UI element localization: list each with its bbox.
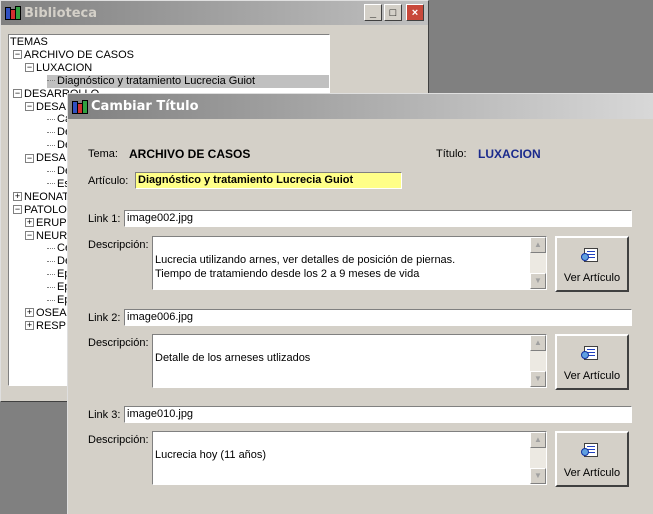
descripcion-2-label: Descripción:	[88, 337, 149, 349]
tree-item[interactable]: + RESP	[25, 320, 66, 333]
collapse-icon[interactable]: −	[25, 231, 34, 241]
tree-connector-icon	[47, 144, 55, 146]
tree-item[interactable]: + OSEA	[25, 307, 67, 320]
tree-item-label: ERUP	[36, 216, 67, 229]
books-icon	[4, 5, 21, 21]
ver-articulo-1-label: Ver Artículo	[563, 272, 621, 284]
expand-icon[interactable]: +	[25, 308, 34, 318]
descripcion-3-text: Lucrecia hoy (11 años)	[155, 449, 267, 461]
tree-item[interactable]: TEMAS	[10, 36, 48, 49]
tree-item-label: LUXACION	[36, 61, 93, 74]
document-icon	[581, 248, 598, 262]
tree-connector-icon	[47, 299, 55, 301]
link-2-input[interactable]: image006.jpg	[124, 309, 632, 326]
expand-icon[interactable]: +	[25, 321, 34, 331]
tree-connector-icon	[47, 131, 55, 133]
collapse-icon[interactable]: −	[25, 102, 34, 112]
tree-item-label: NEUR	[36, 229, 68, 242]
tree-item-label: DESA	[36, 152, 66, 165]
articulo-label: Artículo:	[88, 175, 129, 187]
ver-articulo-3-button[interactable]: Ver Artículo	[555, 431, 629, 487]
descripcion-2-scrollbar[interactable]: ▲ ▼	[530, 335, 546, 387]
articulo-value: Diagnóstico y tratamiento Lucrecia Guiot	[138, 174, 354, 186]
tree-connector-icon	[47, 183, 55, 185]
collapse-icon[interactable]: −	[25, 63, 34, 73]
descripcion-1-label: Descripción:	[88, 239, 149, 251]
ver-articulo-2-label: Ver Artículo	[563, 370, 621, 382]
collapse-icon[interactable]: −	[13, 89, 22, 99]
dialog-titlebar[interactable]: Cambiar Título	[68, 94, 653, 119]
link-2-label: Link 2:	[88, 312, 121, 324]
link-3-input[interactable]: image010.jpg	[124, 406, 632, 423]
tema-value: ARCHIVO DE CASOS	[129, 147, 251, 161]
biblioteca-titlebar[interactable]: Biblioteca _ □ ×	[1, 1, 428, 25]
tree-item-label: PATOLO	[24, 203, 67, 216]
ver-articulo-3-label: Ver Artículo	[563, 467, 621, 479]
maximize-button[interactable]: □	[384, 4, 402, 21]
descripcion-2-textarea[interactable]: Detalle de los arneses utlizados ▲ ▼	[152, 334, 547, 388]
descripcion-1-scrollbar[interactable]: ▲ ▼	[530, 237, 546, 289]
tree-connector-icon	[47, 260, 55, 262]
tree-connector-icon	[47, 286, 55, 288]
scroll-down-icon[interactable]: ▼	[530, 273, 546, 289]
tree-item-label: OSEA	[36, 306, 67, 319]
tree-connector-icon	[47, 247, 55, 249]
ver-articulo-2-button[interactable]: Ver Artículo	[555, 334, 629, 390]
tree-connector-icon	[47, 273, 55, 275]
tree-item[interactable]: − DESA	[25, 101, 66, 114]
scroll-down-icon[interactable]: ▼	[530, 371, 546, 387]
tree-item[interactable]: Diagnóstico y tratamiento Lucrecia Guiot	[47, 74, 329, 88]
scroll-up-icon[interactable]: ▲	[530, 237, 546, 253]
document-icon	[581, 443, 598, 457]
scroll-up-icon[interactable]: ▲	[530, 432, 546, 448]
close-button[interactable]: ×	[406, 4, 424, 21]
document-icon	[581, 346, 598, 360]
titulo-label: Título:	[436, 148, 467, 160]
ver-articulo-1-button[interactable]: Ver Artículo	[555, 236, 629, 292]
minimize-button[interactable]: _	[364, 4, 382, 21]
link-1-label: Link 1:	[88, 213, 121, 225]
link-1-input[interactable]: image002.jpg	[124, 210, 632, 227]
tree-item-label: ARCHIVO DE CASOS	[24, 48, 135, 61]
window-title: Biblioteca	[24, 5, 98, 21]
descripcion-1-textarea[interactable]: Lucrecia utilizando arnes, ver detalles …	[152, 236, 547, 290]
collapse-icon[interactable]: −	[13, 50, 22, 60]
tree-item[interactable]: + ERUP	[25, 217, 67, 230]
descripcion-2-text: Detalle de los arneses utlizados	[155, 352, 311, 364]
tree-connector-icon	[47, 80, 55, 82]
tree-item-label: DESA	[36, 100, 66, 113]
expand-icon[interactable]: +	[25, 218, 34, 228]
tree-item[interactable]: − NEUR	[25, 230, 67, 243]
descripcion-3-textarea[interactable]: Lucrecia hoy (11 años) ▲ ▼	[152, 431, 547, 485]
scroll-up-icon[interactable]: ▲	[530, 335, 546, 351]
expand-icon[interactable]: +	[13, 192, 22, 202]
scroll-down-icon[interactable]: ▼	[530, 468, 546, 484]
descripcion-3-label: Descripción:	[88, 434, 149, 446]
tree-item-label: TEMAS	[10, 36, 48, 48]
tree-connector-icon	[47, 118, 55, 120]
collapse-icon[interactable]: −	[13, 205, 22, 215]
titulo-value: LUXACION	[478, 147, 541, 161]
tree-item-label: RESP	[36, 319, 66, 332]
books-icon	[71, 99, 88, 115]
tree-item[interactable]: − ARCHIVO DE CASOS	[13, 49, 134, 62]
dialog-title: Cambiar Título	[91, 99, 199, 114]
descripcion-1-text: Lucrecia utilizando arnes, ver detalles …	[155, 254, 456, 280]
tree-item-label: Diagnóstico y tratamiento Lucrecia Guiot	[57, 74, 256, 87]
tree-item[interactable]: − DESA	[25, 152, 66, 165]
descripcion-3-scrollbar[interactable]: ▲ ▼	[530, 432, 546, 484]
tree-item[interactable]: − PATOLO	[13, 204, 67, 217]
link-3-label: Link 3:	[88, 409, 121, 421]
tree-connector-icon	[47, 170, 55, 172]
tree-item[interactable]: − LUXACION	[25, 62, 92, 75]
articulo-field[interactable]: Diagnóstico y tratamiento Lucrecia Guiot	[135, 172, 402, 189]
tema-label: Tema:	[88, 148, 118, 160]
collapse-icon[interactable]: −	[25, 153, 34, 163]
cambiar-titulo-dialog: Cambiar Título Tema: ARCHIVO DE CASOS Tí…	[67, 93, 653, 514]
